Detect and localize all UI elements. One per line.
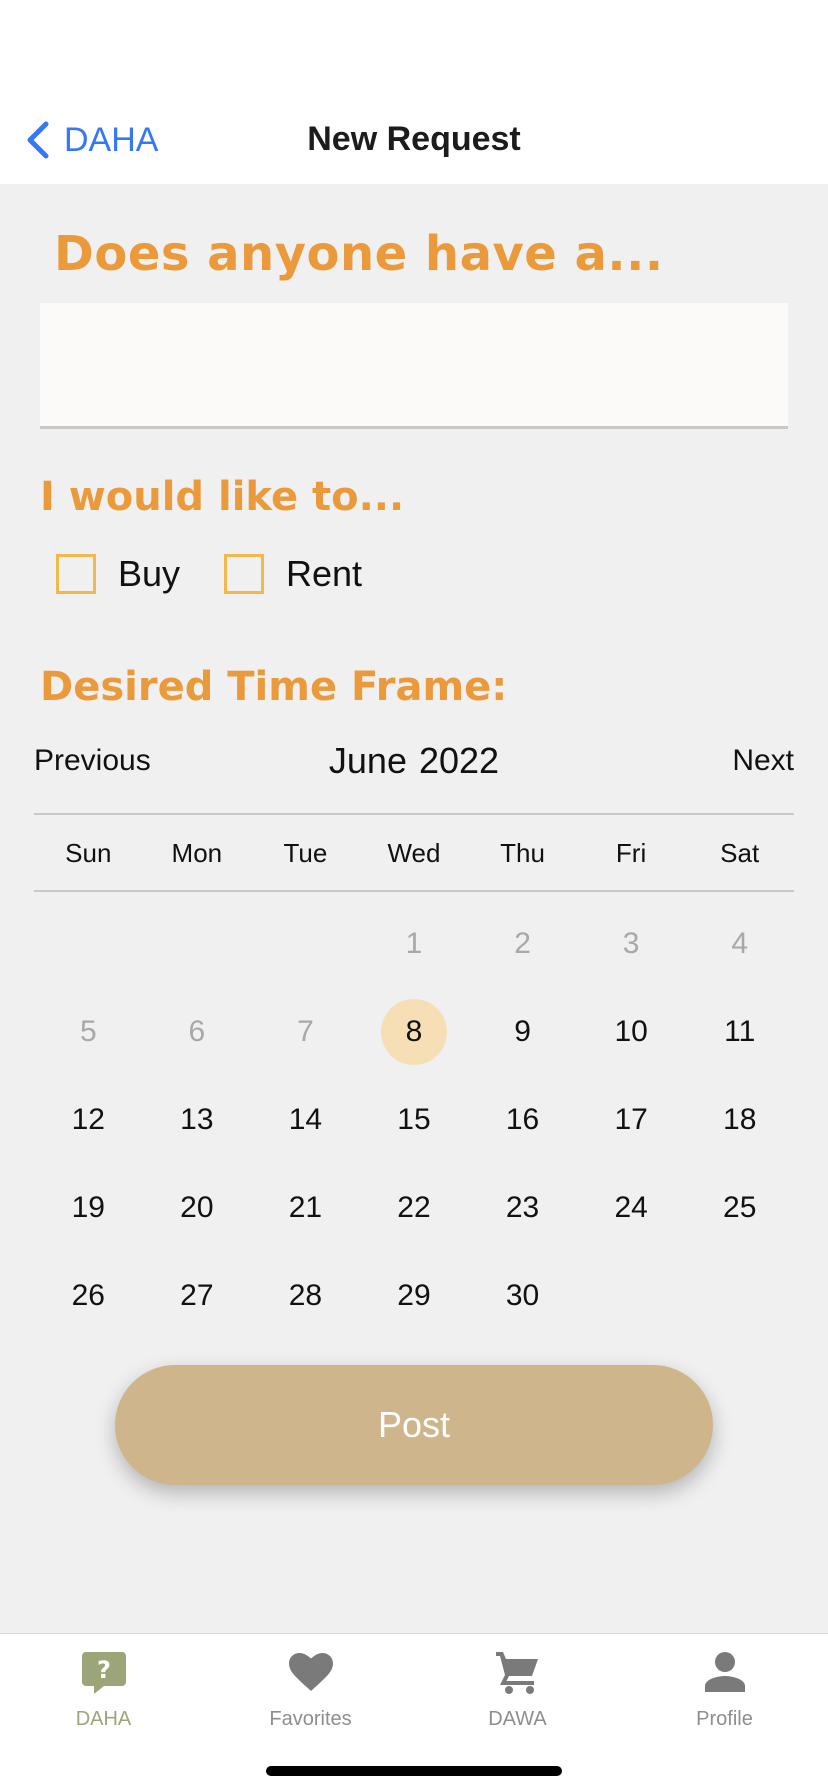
tab-label: Favorites <box>269 1708 352 1730</box>
tab-label: DAWA <box>488 1708 547 1730</box>
navigation-bar: DAHA New Request <box>0 96 828 184</box>
rent-checkbox[interactable] <box>224 554 264 594</box>
calendar-day: 5 <box>79 1015 97 1048</box>
tab-daha[interactable]: ? DAHA <box>0 1648 207 1731</box>
calendar-day[interactable]: 28 <box>251 1252 360 1340</box>
tab-label: Profile <box>696 1708 753 1730</box>
weekday-label: Mon <box>171 838 223 868</box>
calendar-day: 7 <box>297 1015 314 1048</box>
month-year-label: June 2022 <box>0 740 828 782</box>
post-button[interactable]: Post <box>115 1365 713 1485</box>
calendar-day[interactable]: 9 <box>468 988 577 1076</box>
calendar-day-selected[interactable]: 8 <box>360 988 469 1076</box>
rent-label: Rent <box>286 553 363 594</box>
tab-dawa[interactable]: DAWA <box>414 1648 621 1731</box>
question-label: Does anyone have a... <box>54 226 664 282</box>
timeframe-label: Desired Time Frame: <box>40 664 508 710</box>
year-label: 2022 <box>418 740 500 781</box>
calendar-day[interactable]: 11 <box>685 988 794 1076</box>
buy-option[interactable]: Buy <box>56 553 180 595</box>
calendar-day: 2 <box>514 927 531 960</box>
weekday-header: Sun Mon Tue Wed Thu Fri Sat <box>34 838 794 869</box>
weekday-label: Sat <box>720 838 760 868</box>
home-indicator <box>266 1766 562 1776</box>
month-label: June <box>328 740 407 781</box>
calendar-day[interactable]: 23 <box>468 1164 577 1252</box>
calendar-divider-top <box>34 813 794 815</box>
buy-label: Buy <box>118 553 181 594</box>
tab-favorites[interactable]: Favorites <box>207 1648 414 1731</box>
calendar-day[interactable]: 27 <box>143 1252 252 1340</box>
weekday-label: Tue <box>283 838 328 868</box>
calendar-week-row: 1 2 3 4 <box>34 900 794 988</box>
heart-icon <box>288 1653 333 1691</box>
page-title: New Request <box>307 120 521 158</box>
calendar-day[interactable]: 26 <box>34 1252 143 1340</box>
next-month-button[interactable]: Next <box>732 744 794 778</box>
buy-checkbox[interactable] <box>56 554 96 594</box>
calendar-day[interactable]: 19 <box>34 1164 143 1252</box>
calendar-day[interactable]: 29 <box>360 1252 469 1340</box>
intent-label: I would like to... <box>40 474 405 520</box>
calendar-day[interactable]: 12 <box>34 1076 143 1164</box>
rent-option[interactable]: Rent <box>224 553 362 595</box>
calendar-day[interactable]: 22 <box>360 1164 469 1252</box>
calendar-day: 3 <box>622 927 640 960</box>
calendar-day[interactable]: 30 <box>468 1252 577 1340</box>
calendar-day: 1 <box>405 927 423 960</box>
calendar-day[interactable]: 15 <box>360 1076 469 1164</box>
status-bar <box>0 0 828 96</box>
calendar-day[interactable]: 21 <box>251 1164 360 1252</box>
tab-profile[interactable]: Profile <box>621 1648 828 1731</box>
calendar-day[interactable]: 20 <box>143 1164 252 1252</box>
selected-day-circle: 8 <box>380 999 447 1065</box>
svg-text:?: ? <box>97 1656 111 1684</box>
calendar-day[interactable]: 16 <box>468 1076 577 1164</box>
calendar-day: 6 <box>188 1015 206 1048</box>
weekday-label: Sun <box>65 838 112 868</box>
calendar-week-row: 26 27 28 29 30 <box>34 1252 794 1340</box>
calendar-divider-bottom <box>34 890 794 892</box>
weekday-label: Wed <box>387 838 441 868</box>
calendar-day[interactable]: 10 <box>577 988 686 1076</box>
request-item-input[interactable] <box>40 303 788 429</box>
calendar-day[interactable]: 13 <box>143 1076 252 1164</box>
calendar-week-row: 12 13 14 15 16 17 18 <box>34 1076 794 1164</box>
calendar-day[interactable]: 25 <box>685 1164 794 1252</box>
calendar-day[interactable]: 17 <box>577 1076 686 1164</box>
calendar-day: 4 <box>731 927 749 960</box>
weekday-label: Fri <box>615 838 647 868</box>
question-bubble-icon: ? <box>81 1652 126 1694</box>
calendar-week-row: 19 20 21 22 23 24 25 <box>34 1164 794 1252</box>
calendar-week-row: 5 6 7 8 9 10 11 <box>34 988 794 1076</box>
cart-icon <box>495 1652 538 1694</box>
calendar-day[interactable]: 18 <box>685 1076 794 1164</box>
calendar-day[interactable]: 14 <box>251 1076 360 1164</box>
person-icon <box>704 1652 745 1692</box>
calendar-day[interactable]: 24 <box>577 1164 686 1252</box>
tab-label: DAHA <box>75 1708 132 1730</box>
weekday-label: Thu <box>500 838 545 868</box>
